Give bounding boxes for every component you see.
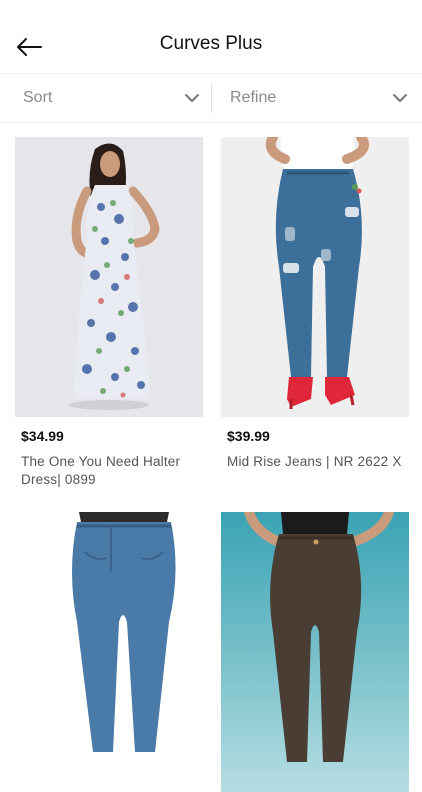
app-header: Curves Plus	[0, 0, 422, 74]
product-price: $39.99	[227, 428, 270, 444]
filter-bar: Sort Refine	[0, 74, 422, 123]
product-card[interactable]	[221, 512, 409, 792]
product-name[interactable]: The One You Need Halter Dress| 0899	[21, 453, 201, 489]
product-price: $34.99	[21, 428, 64, 444]
product-image[interactable]	[221, 512, 409, 792]
product-card[interactable]: $39.99 Mid Rise Jeans | NR 2622 X	[221, 137, 409, 469]
page-title: Curves Plus	[159, 33, 263, 54]
refine-dropdown[interactable]: Refine	[212, 74, 422, 122]
refine-label: Refine	[230, 89, 277, 106]
product-image[interactable]	[221, 137, 409, 417]
product-card[interactable]: $34.99 The One You Need Halter Dress| 08…	[15, 137, 203, 487]
product-card[interactable]	[15, 512, 203, 792]
chevron-down-icon	[185, 94, 199, 102]
product-image[interactable]	[15, 512, 203, 792]
sort-label: Sort	[23, 89, 53, 106]
chevron-down-icon	[393, 94, 407, 102]
sort-dropdown[interactable]: Sort	[0, 74, 211, 122]
product-image[interactable]	[15, 137, 203, 417]
product-name[interactable]: Mid Rise Jeans | NR 2622 X	[227, 453, 407, 471]
